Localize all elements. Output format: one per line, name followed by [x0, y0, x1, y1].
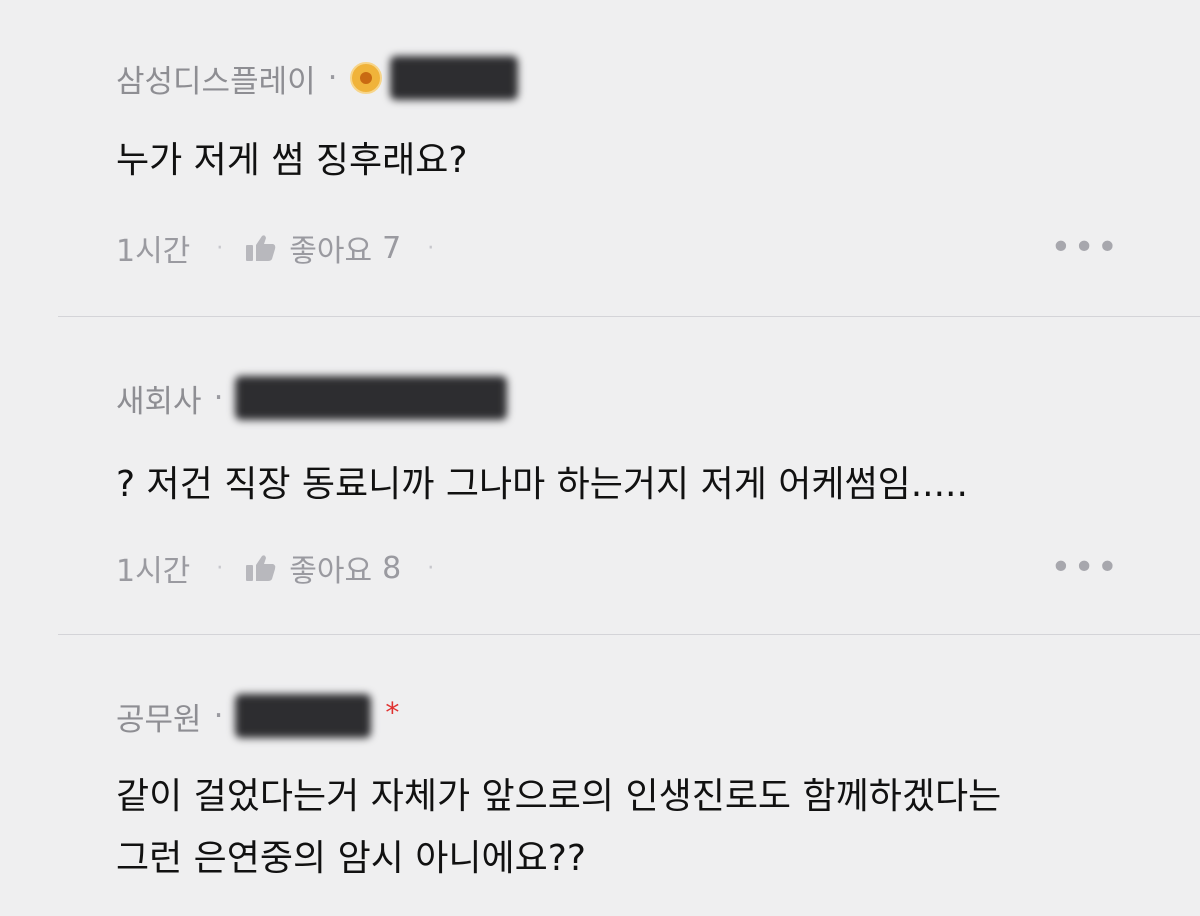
- gold-badge-icon: [349, 62, 382, 94]
- redacted-username: [235, 694, 372, 738]
- comment-time: 1시간: [116, 234, 191, 269]
- comment-text: 누가 저게 썸 징후래요?: [116, 130, 468, 192]
- separator-dot: ·: [427, 555, 435, 581]
- comment-meta: 삼성디스플레이 ·: [116, 56, 518, 100]
- thumbs-up-icon: [245, 233, 279, 263]
- separator-dot: ·: [216, 555, 224, 581]
- comment-time: 1시간: [116, 554, 191, 589]
- comment-actions: 1시간 · 좋아요 8 ·: [116, 546, 435, 590]
- like-count: 8: [382, 550, 402, 586]
- redacted-username: [235, 376, 508, 420]
- comment-list: 삼성디스플레이 · 누가 저게 썸 징후래요? 1시간 · 좋아요 7 · ••…: [0, 0, 1200, 916]
- company-name[interactable]: 새회사: [116, 376, 202, 421]
- divider: [58, 634, 1200, 635]
- comment-meta: 공무원 · *: [116, 694, 399, 738]
- divider: [58, 316, 1200, 317]
- redacted-username: [389, 56, 518, 100]
- comment-meta: 새회사 ·: [116, 376, 508, 421]
- comment-text-line: 그런 은연중의 암시 아니에요??: [116, 838, 586, 879]
- thumbs-up-icon: [245, 553, 279, 583]
- like-label: 좋아요: [289, 554, 373, 589]
- separator-dot: ·: [216, 235, 224, 261]
- comment-text: ? 저건 직장 동료니까 그나마 하는거지 저게 어케썸임.....: [116, 454, 968, 516]
- more-dots-icon[interactable]: •••: [1050, 228, 1120, 268]
- like-count: 7: [382, 230, 402, 266]
- separator-dot: ·: [213, 698, 224, 734]
- comment-text-line: ? 저건 직장 동료니까 그나마 하는거지 저게 어케썸임.....: [116, 464, 968, 505]
- like-label: 좋아요: [289, 234, 373, 269]
- like-button[interactable]: 좋아요 7: [245, 226, 401, 270]
- company-name[interactable]: 공무원: [116, 694, 202, 739]
- like-button[interactable]: 좋아요 8: [245, 546, 401, 590]
- separator-dot: ·: [213, 380, 224, 416]
- company-name[interactable]: 삼성디스플레이: [116, 56, 316, 101]
- comment-actions: 1시간 · 좋아요 7 ·: [116, 226, 435, 270]
- comment-text-line: 같이 걸었다는거 자체가 앞으로의 인생진로도 함께하겠다는: [116, 776, 1002, 817]
- more-dots-icon[interactable]: •••: [1050, 548, 1120, 588]
- comment-text-line: 누가 저게 썸 징후래요?: [116, 140, 468, 181]
- separator-dot: ·: [427, 235, 435, 261]
- separator-dot: ·: [327, 60, 338, 96]
- asterisk-mark: *: [385, 695, 400, 729]
- comment-text: 같이 걸었다는거 자체가 앞으로의 인생진로도 함께하겠다는 그런 은연중의 암…: [116, 766, 1001, 890]
